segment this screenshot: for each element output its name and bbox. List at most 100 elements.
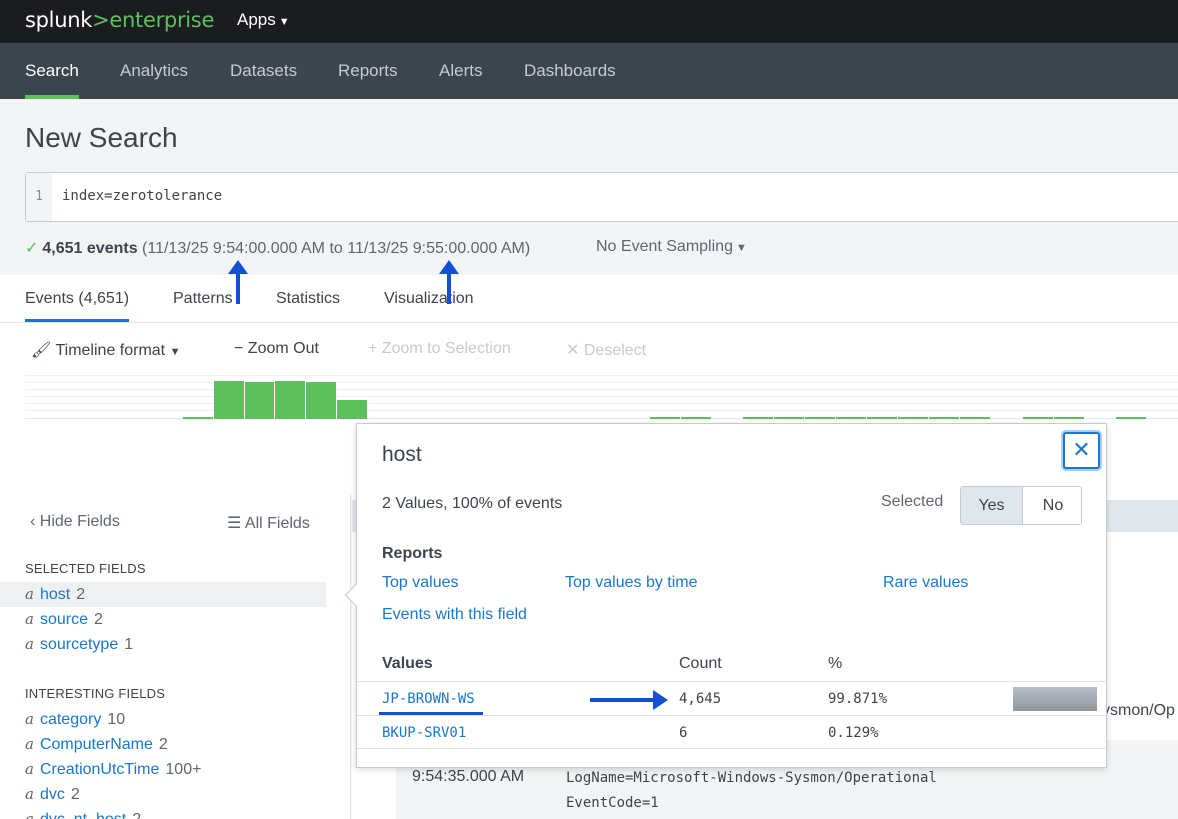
- no-button[interactable]: No: [1024, 487, 1081, 524]
- search-query[interactable]: index=zerotolerance: [62, 188, 222, 204]
- field-name: CreationUtcTime: [39, 761, 160, 778]
- list-icon: ☰: [227, 515, 242, 532]
- annotation-arrow-right: [590, 690, 668, 710]
- search-status: ✓ 4,651 events (11/13/25 9:54:00.000 AM t…: [25, 238, 530, 258]
- field-computername[interactable]: a ComputerName 2: [25, 732, 351, 757]
- rare-values-link[interactable]: Rare values: [883, 574, 968, 592]
- field-source[interactable]: a source 2: [25, 607, 351, 632]
- timeline-format-dropdown[interactable]: 🖌 Timeline format ▼: [31, 340, 180, 360]
- field-type: a: [25, 810, 34, 819]
- all-fields-button[interactable]: ☰ All Fields: [227, 513, 310, 533]
- popup-title: host: [382, 443, 422, 466]
- tab-events[interactable]: Events (4,651): [25, 290, 130, 322]
- selected-fields-heading: SELECTED FIELDS: [25, 561, 146, 576]
- percent-bar: [1013, 687, 1097, 711]
- timeline-bar: [183, 417, 213, 419]
- caret-down-icon: ▼: [278, 16, 290, 28]
- popup-subtitle: 2 Values, 100% of events: [382, 495, 563, 512]
- zoom-out-label: Zoom Out: [247, 340, 319, 357]
- field-category[interactable]: a category 10: [25, 707, 351, 732]
- event-raw-fragment: ysmon/Op: [1102, 702, 1175, 719]
- timeline-bar: [898, 417, 928, 419]
- field-count: 2: [70, 786, 80, 803]
- nav-dashboards[interactable]: Dashboards: [524, 61, 616, 99]
- value-percent: 0.129%: [828, 725, 879, 741]
- field-name: host: [39, 586, 71, 603]
- values-column-header: Values: [382, 655, 433, 672]
- splunk-logo[interactable]: splunk>enterprise: [25, 8, 214, 32]
- zoom-to-selection-button[interactable]: + Zoom to Selection: [368, 340, 511, 358]
- table-row[interactable]: BKUP-SRV01 6 0.129%: [357, 715, 1106, 749]
- field-count: 1: [124, 636, 134, 653]
- field-dvc-nt-host[interactable]: a dvc_nt_host 2: [25, 807, 351, 819]
- field-name: category: [39, 711, 102, 728]
- zoom-selection-label: Zoom to Selection: [381, 340, 511, 357]
- nav-alerts[interactable]: Alerts: [439, 61, 482, 99]
- sampling-label: No Event Sampling: [596, 238, 733, 255]
- field-name: sourcetype: [39, 636, 119, 653]
- timeline-bar: [929, 417, 959, 419]
- timeline-bar: [275, 381, 305, 419]
- field-dvc[interactable]: a dvc 2: [25, 782, 351, 807]
- hide-fields-button[interactable]: ‹ Hide Fields: [30, 513, 120, 531]
- close-icon: ✕: [1072, 437, 1091, 462]
- tab-visualization[interactable]: Visualization: [384, 290, 474, 322]
- events-count: 4,651 events: [42, 240, 138, 257]
- value-link[interactable]: BKUP-SRV01: [382, 725, 466, 741]
- events-with-field-link[interactable]: Events with this field: [382, 606, 527, 624]
- table-row[interactable]: JP-BROWN-WS 4,645 99.871%: [357, 681, 1106, 715]
- field-summary-popup: host ✕ 2 Values, 100% of events Selected…: [344, 423, 1107, 768]
- timeline-bar: [867, 417, 897, 419]
- app-nav-bar: Search Analytics Datasets Reports Alerts…: [0, 43, 1178, 99]
- deselect-button[interactable]: ✕ Deselect: [566, 340, 646, 360]
- search-bar[interactable]: 1 index=zerotolerance: [25, 172, 1178, 222]
- field-count: 2: [93, 611, 103, 628]
- table-bottom-border: [357, 748, 1106, 749]
- reports-heading: Reports: [382, 545, 443, 562]
- event-sampling-dropdown[interactable]: No Event Sampling ▼: [596, 238, 747, 256]
- timeline-bars[interactable]: [25, 375, 1178, 420]
- line-number: 1: [26, 173, 52, 221]
- caret-down-icon: ▼: [169, 346, 181, 358]
- nav-datasets[interactable]: Datasets: [230, 61, 297, 99]
- event-timeline[interactable]: [25, 375, 1178, 420]
- field-type: a: [25, 610, 34, 628]
- event-raw-line: EventCode=1: [566, 795, 659, 811]
- field-name: source: [39, 611, 88, 628]
- timeline-bar: [650, 417, 680, 419]
- tab-statistics[interactable]: Statistics: [276, 290, 340, 322]
- timeline-bar: [1054, 417, 1084, 419]
- timeline-bar: [836, 417, 866, 419]
- event-raw-line: LogName=Microsoft-Windows-Sysmon/Operati…: [566, 770, 937, 786]
- x-icon: ✕: [566, 342, 580, 359]
- apps-menu[interactable]: Apps ▼: [237, 10, 290, 30]
- value-link[interactable]: JP-BROWN-WS: [382, 691, 475, 707]
- close-button[interactable]: ✕: [1063, 432, 1100, 469]
- nav-search[interactable]: Search: [25, 61, 79, 99]
- nav-analytics[interactable]: Analytics: [120, 61, 188, 99]
- minus-icon: −: [234, 340, 244, 357]
- value-count: 4,645: [679, 691, 722, 707]
- hide-fields-label: Hide Fields: [39, 513, 120, 530]
- timeline-bar: [306, 382, 336, 419]
- timeline-bar: [774, 417, 804, 419]
- field-count: 10: [107, 711, 126, 728]
- tabs-divider: [0, 322, 1178, 323]
- field-type: a: [25, 785, 34, 803]
- top-values-link[interactable]: Top values: [382, 574, 459, 592]
- time-range: (11/13/25 9:54:00.000 AM to 11/13/25 9:5…: [142, 240, 531, 257]
- plus-icon: +: [368, 340, 378, 357]
- selected-label: Selected: [881, 493, 944, 510]
- zoom-out-button[interactable]: − Zoom Out: [234, 340, 319, 358]
- brush-icon: 🖌: [31, 342, 52, 359]
- field-host[interactable]: a host 2: [0, 582, 326, 607]
- top-values-by-time-link[interactable]: Top values by time: [565, 574, 698, 592]
- field-type: a: [25, 635, 34, 653]
- field-count: 100+: [165, 761, 202, 778]
- field-creationutctime[interactable]: a CreationUtcTime 100+: [25, 757, 351, 782]
- yes-button[interactable]: Yes: [961, 487, 1023, 524]
- nav-reports[interactable]: Reports: [338, 61, 398, 99]
- field-sourcetype[interactable]: a sourcetype 1: [25, 632, 351, 657]
- tab-patterns[interactable]: Patterns: [173, 290, 233, 322]
- timeline-bar: [245, 382, 274, 419]
